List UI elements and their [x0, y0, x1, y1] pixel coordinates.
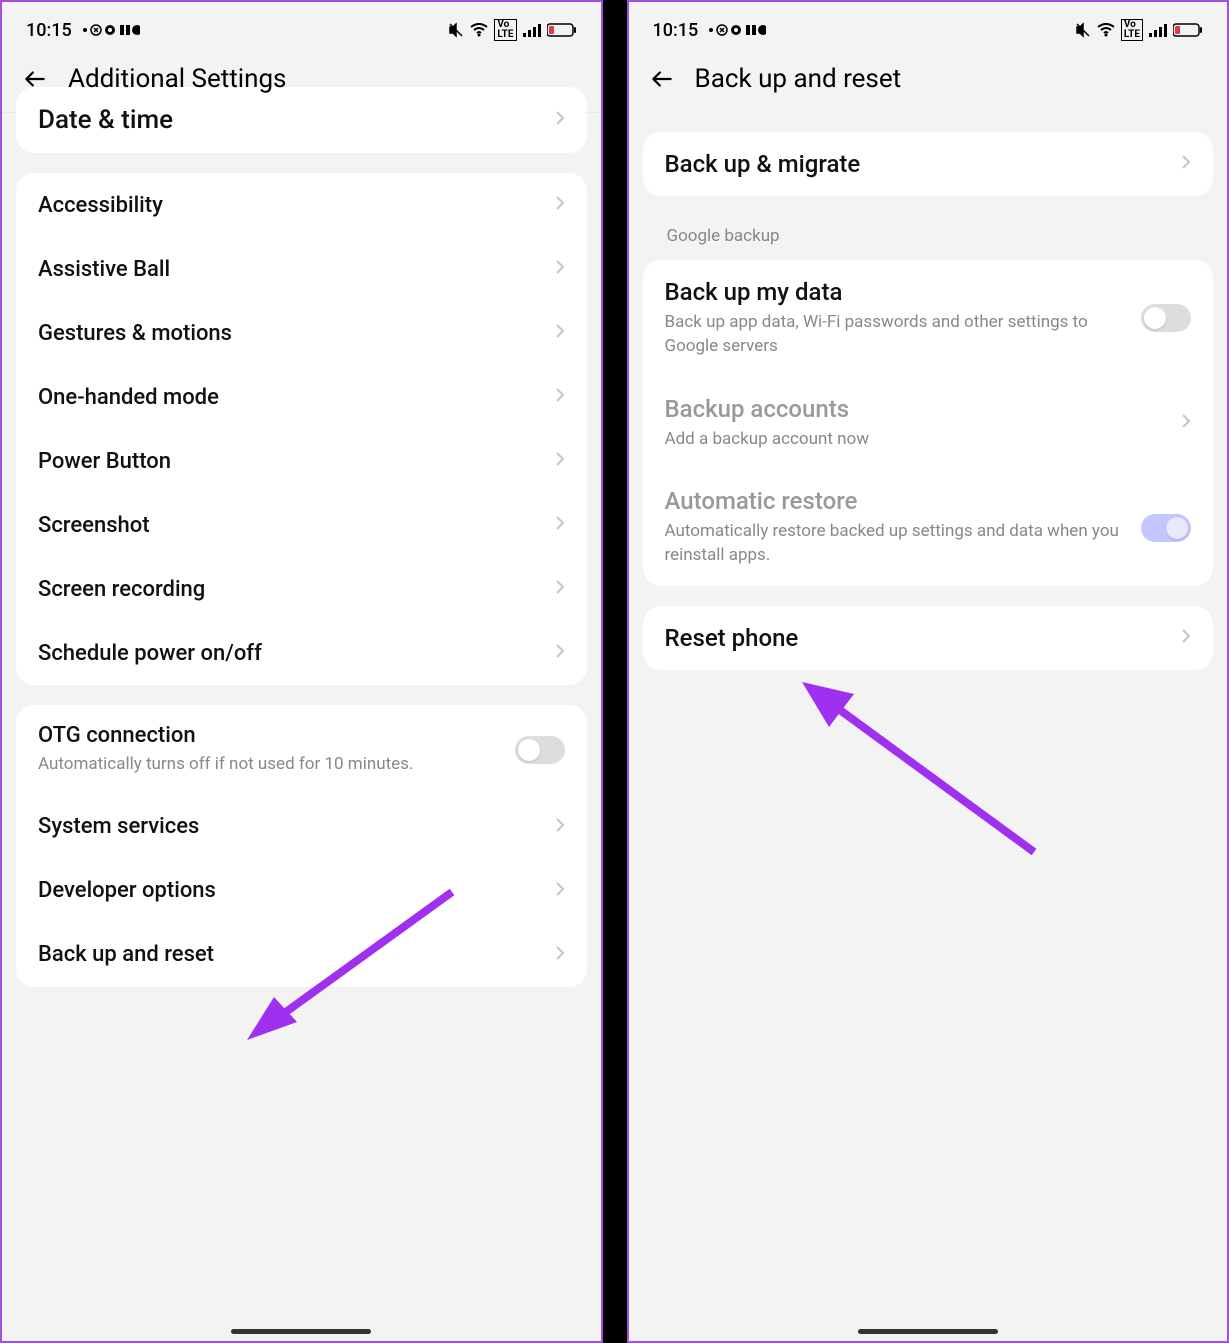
settings-card-group2: OTG connection Automatically turns off i…: [16, 705, 587, 987]
content: Date & time Accessibility Assistive Ball…: [2, 87, 601, 987]
row-label: Gestures & motions: [38, 321, 543, 346]
row-system-services[interactable]: System services: [16, 795, 587, 859]
row-label: Back up and reset: [38, 942, 543, 967]
card-google-backup: Back up my data Back up app data, Wi-Fi …: [643, 260, 1214, 586]
chevron-right-icon: [555, 579, 565, 599]
row-back-up-migrate[interactable]: Back up & migrate: [643, 132, 1214, 196]
row-label: Screenshot: [38, 513, 543, 538]
header: Back up and reset: [629, 50, 1228, 112]
auto-restore-toggle[interactable]: [1141, 514, 1191, 542]
chevron-right-icon: [555, 110, 565, 130]
status-bar: 10:15 VoLTE: [2, 2, 601, 50]
mute-icon: [448, 22, 464, 38]
row-sublabel: Automatically turns off if not used for …: [38, 753, 515, 777]
row-sublabel: Automatically restore backed up settings…: [665, 520, 1142, 568]
battery-icon: [1173, 23, 1203, 37]
backup-data-toggle[interactable]: [1141, 304, 1191, 332]
chevron-right-icon: [1181, 154, 1191, 174]
row-back-up-my-data[interactable]: Back up my data Back up app data, Wi-Fi …: [643, 260, 1214, 377]
settings-card-group1: Accessibility Assistive Ball Gestures & …: [16, 173, 587, 685]
pointer-arrow-icon: [794, 672, 1044, 862]
battery-icon: [547, 23, 577, 37]
status-time: 10:15: [26, 20, 72, 41]
chevron-right-icon: [555, 323, 565, 343]
row-label: One-handed mode: [38, 385, 543, 410]
chevron-right-icon: [555, 515, 565, 535]
row-developer-options[interactable]: Developer options: [16, 859, 587, 923]
row-label: Screen recording: [38, 577, 543, 602]
row-screenshot[interactable]: Screenshot: [16, 493, 587, 557]
row-otg-connection[interactable]: OTG connection Automatically turns off i…: [16, 705, 587, 795]
chevron-right-icon: [555, 259, 565, 279]
chevron-right-icon: [555, 881, 565, 901]
row-back-up-and-reset[interactable]: Back up and reset: [16, 923, 587, 987]
row-label: System services: [38, 814, 543, 839]
home-handle[interactable]: [231, 1329, 371, 1334]
row-label: Backup accounts: [665, 395, 1170, 423]
row-label: Schedule power on/off: [38, 641, 543, 666]
chevron-right-icon: [1181, 628, 1191, 648]
chevron-right-icon: [555, 945, 565, 965]
signal-icon: [1149, 23, 1167, 37]
status-bar: 10:15 VoLTE: [629, 2, 1228, 50]
row-one-handed-mode[interactable]: One-handed mode: [16, 365, 587, 429]
row-accessibility[interactable]: Accessibility: [16, 173, 587, 237]
row-label: Back up & migrate: [665, 150, 1170, 178]
row-schedule-power[interactable]: Schedule power on/off: [16, 621, 587, 685]
row-backup-accounts[interactable]: Backup accounts Add a backup account now: [643, 377, 1214, 470]
chevron-right-icon: [555, 451, 565, 471]
back-button[interactable]: [22, 66, 48, 92]
settings-card-cut: Date & time: [16, 87, 587, 153]
row-label: Automatic restore: [665, 487, 1142, 515]
row-label: Back up my data: [665, 278, 1142, 306]
row-assistive-ball[interactable]: Assistive Ball: [16, 237, 587, 301]
chevron-right-icon: [555, 387, 565, 407]
status-indicator-icon: [706, 23, 766, 37]
row-screen-recording[interactable]: Screen recording: [16, 557, 587, 621]
signal-icon: [523, 23, 541, 37]
row-label: Reset phone: [665, 624, 1170, 652]
row-reset-phone[interactable]: Reset phone: [643, 606, 1214, 670]
page-title: Back up and reset: [695, 64, 902, 94]
chevron-right-icon: [555, 817, 565, 837]
row-sublabel: Add a backup account now: [665, 428, 1170, 452]
chevron-right-icon: [1181, 413, 1191, 433]
row-label: Date & time: [38, 105, 543, 135]
home-handle[interactable]: [858, 1329, 998, 1334]
row-label: Developer options: [38, 878, 543, 903]
row-label: Accessibility: [38, 193, 543, 218]
volte-icon: VoLTE: [1121, 19, 1143, 41]
card-backup-migrate: Back up & migrate: [643, 132, 1214, 196]
back-button[interactable]: [649, 66, 675, 92]
status-time: 10:15: [653, 20, 699, 41]
page-title: Additional Settings: [68, 64, 286, 94]
row-label: OTG connection: [38, 723, 515, 748]
wifi-icon: [1097, 23, 1115, 37]
row-date-time[interactable]: Date & time: [16, 87, 587, 153]
section-label-google-backup: Google backup: [643, 216, 1214, 260]
status-indicator-icon: [80, 23, 140, 37]
card-reset: Reset phone: [643, 606, 1214, 670]
row-gestures-motions[interactable]: Gestures & motions: [16, 301, 587, 365]
row-power-button[interactable]: Power Button: [16, 429, 587, 493]
row-automatic-restore[interactable]: Automatic restore Automatically restore …: [643, 469, 1214, 586]
row-label: Assistive Ball: [38, 257, 543, 282]
content: Back up & migrate Google backup Back up …: [629, 112, 1228, 670]
chevron-right-icon: [555, 195, 565, 215]
row-label: Power Button: [38, 449, 543, 474]
screen-back-up-and-reset: 10:15 VoLTE Back up and reset Back up & …: [627, 0, 1229, 1343]
wifi-icon: [470, 23, 488, 37]
volte-icon: VoLTE: [494, 19, 516, 41]
row-sublabel: Back up app data, Wi-Fi passwords and ot…: [665, 311, 1142, 359]
otg-toggle[interactable]: [515, 736, 565, 764]
chevron-right-icon: [555, 643, 565, 663]
mute-icon: [1075, 22, 1091, 38]
screen-additional-settings: 10:15 VoLTE Additional Settings Date & t…: [0, 0, 603, 1343]
